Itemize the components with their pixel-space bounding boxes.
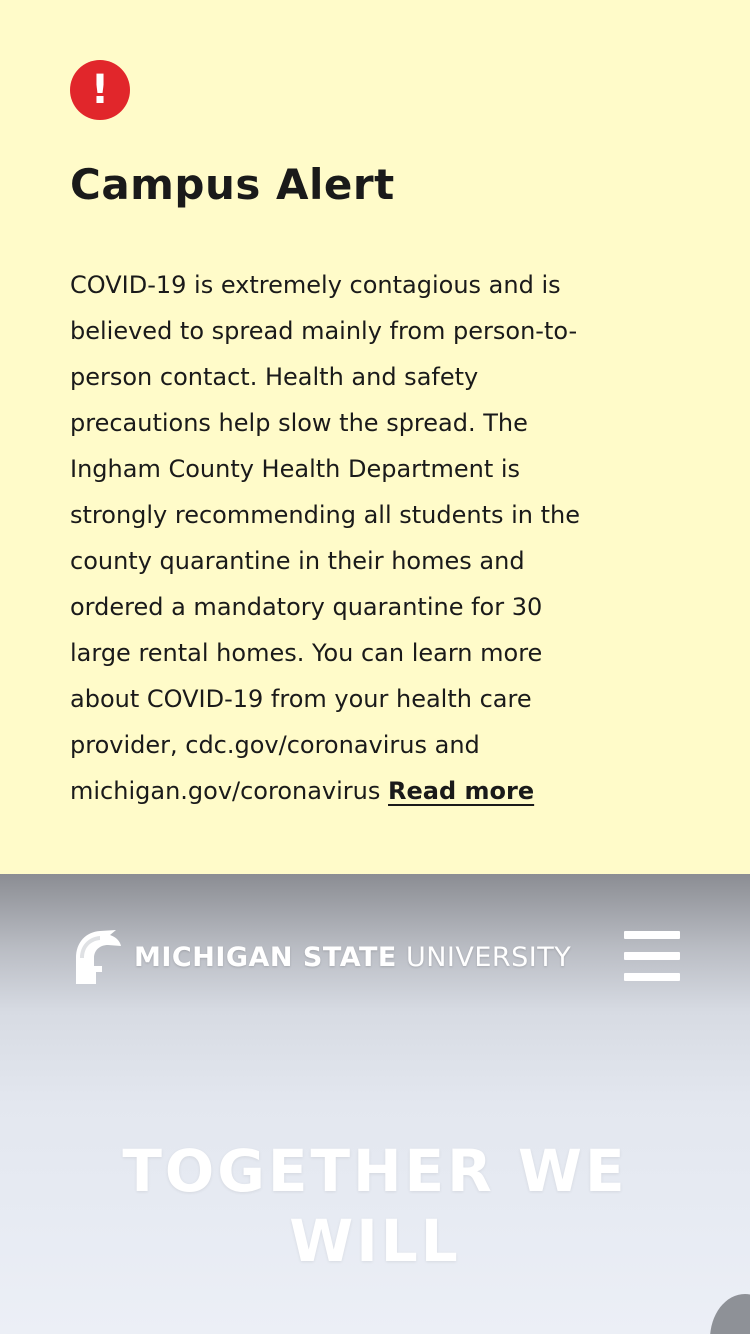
university-wordmark: MICHIGAN STATE UNIVERSITY	[134, 942, 571, 973]
alert-body-line: large rental homes. You can learn more	[70, 639, 543, 667]
hamburger-menu-icon[interactable]	[622, 931, 680, 981]
alert-body-line: provider, cdc.gov/coronavirus and	[70, 731, 480, 759]
campus-alert-banner: ! Campus Alert COVID-19 is extremely con…	[0, 0, 750, 874]
alert-body: COVID-19 is extremely contagious and is …	[70, 262, 670, 814]
alert-body-line: county quarantine in their homes and	[70, 547, 525, 575]
hero-title-line: TOGETHER WE	[122, 1137, 628, 1205]
spartan-helmet-icon	[76, 930, 121, 984]
alert-body-line: believed to spread mainly from person-to…	[70, 317, 578, 345]
alert-body-last-line: michigan.gov/coronavirus Read more	[70, 768, 670, 814]
alert-title: Campus Alert	[70, 160, 395, 209]
msu-logo[interactable]: MICHIGAN STATE UNIVERSITY	[70, 928, 571, 986]
alert-body-line: person contact. Health and safety	[70, 363, 479, 391]
alert-body-line: about COVID-19 from your health care	[70, 685, 532, 713]
exclamation-glyph: !	[90, 67, 110, 113]
hero-section: MICHIGAN STATE UNIVERSITY TOGETHER WE WI…	[0, 874, 750, 1334]
alert-body-line: ordered a mandatory quarantine for 30	[70, 593, 543, 621]
hero-background-shape	[710, 1294, 750, 1334]
exclamation-icon: !	[70, 60, 130, 120]
alert-body-line: COVID-19 is extremely contagious and is	[70, 271, 561, 299]
hero-title: TOGETHER WE WILL	[0, 1136, 750, 1276]
alert-body-line: Ingham County Health Department is	[70, 455, 521, 483]
wordmark-bold: MICHIGAN STATE	[134, 941, 397, 973]
alert-body-line: michigan.gov/coronavirus	[70, 777, 381, 805]
alert-body-line: strongly recommending all students in th…	[70, 501, 581, 529]
hero-title-line: WILL	[289, 1207, 461, 1275]
menu-bar	[624, 931, 680, 939]
menu-bar	[624, 973, 680, 981]
alert-body-line: precautions help slow the spread. The	[70, 409, 528, 437]
wordmark-light: UNIVERSITY	[405, 941, 572, 973]
menu-bar	[624, 952, 680, 960]
read-more-link[interactable]: Read more	[388, 777, 534, 805]
